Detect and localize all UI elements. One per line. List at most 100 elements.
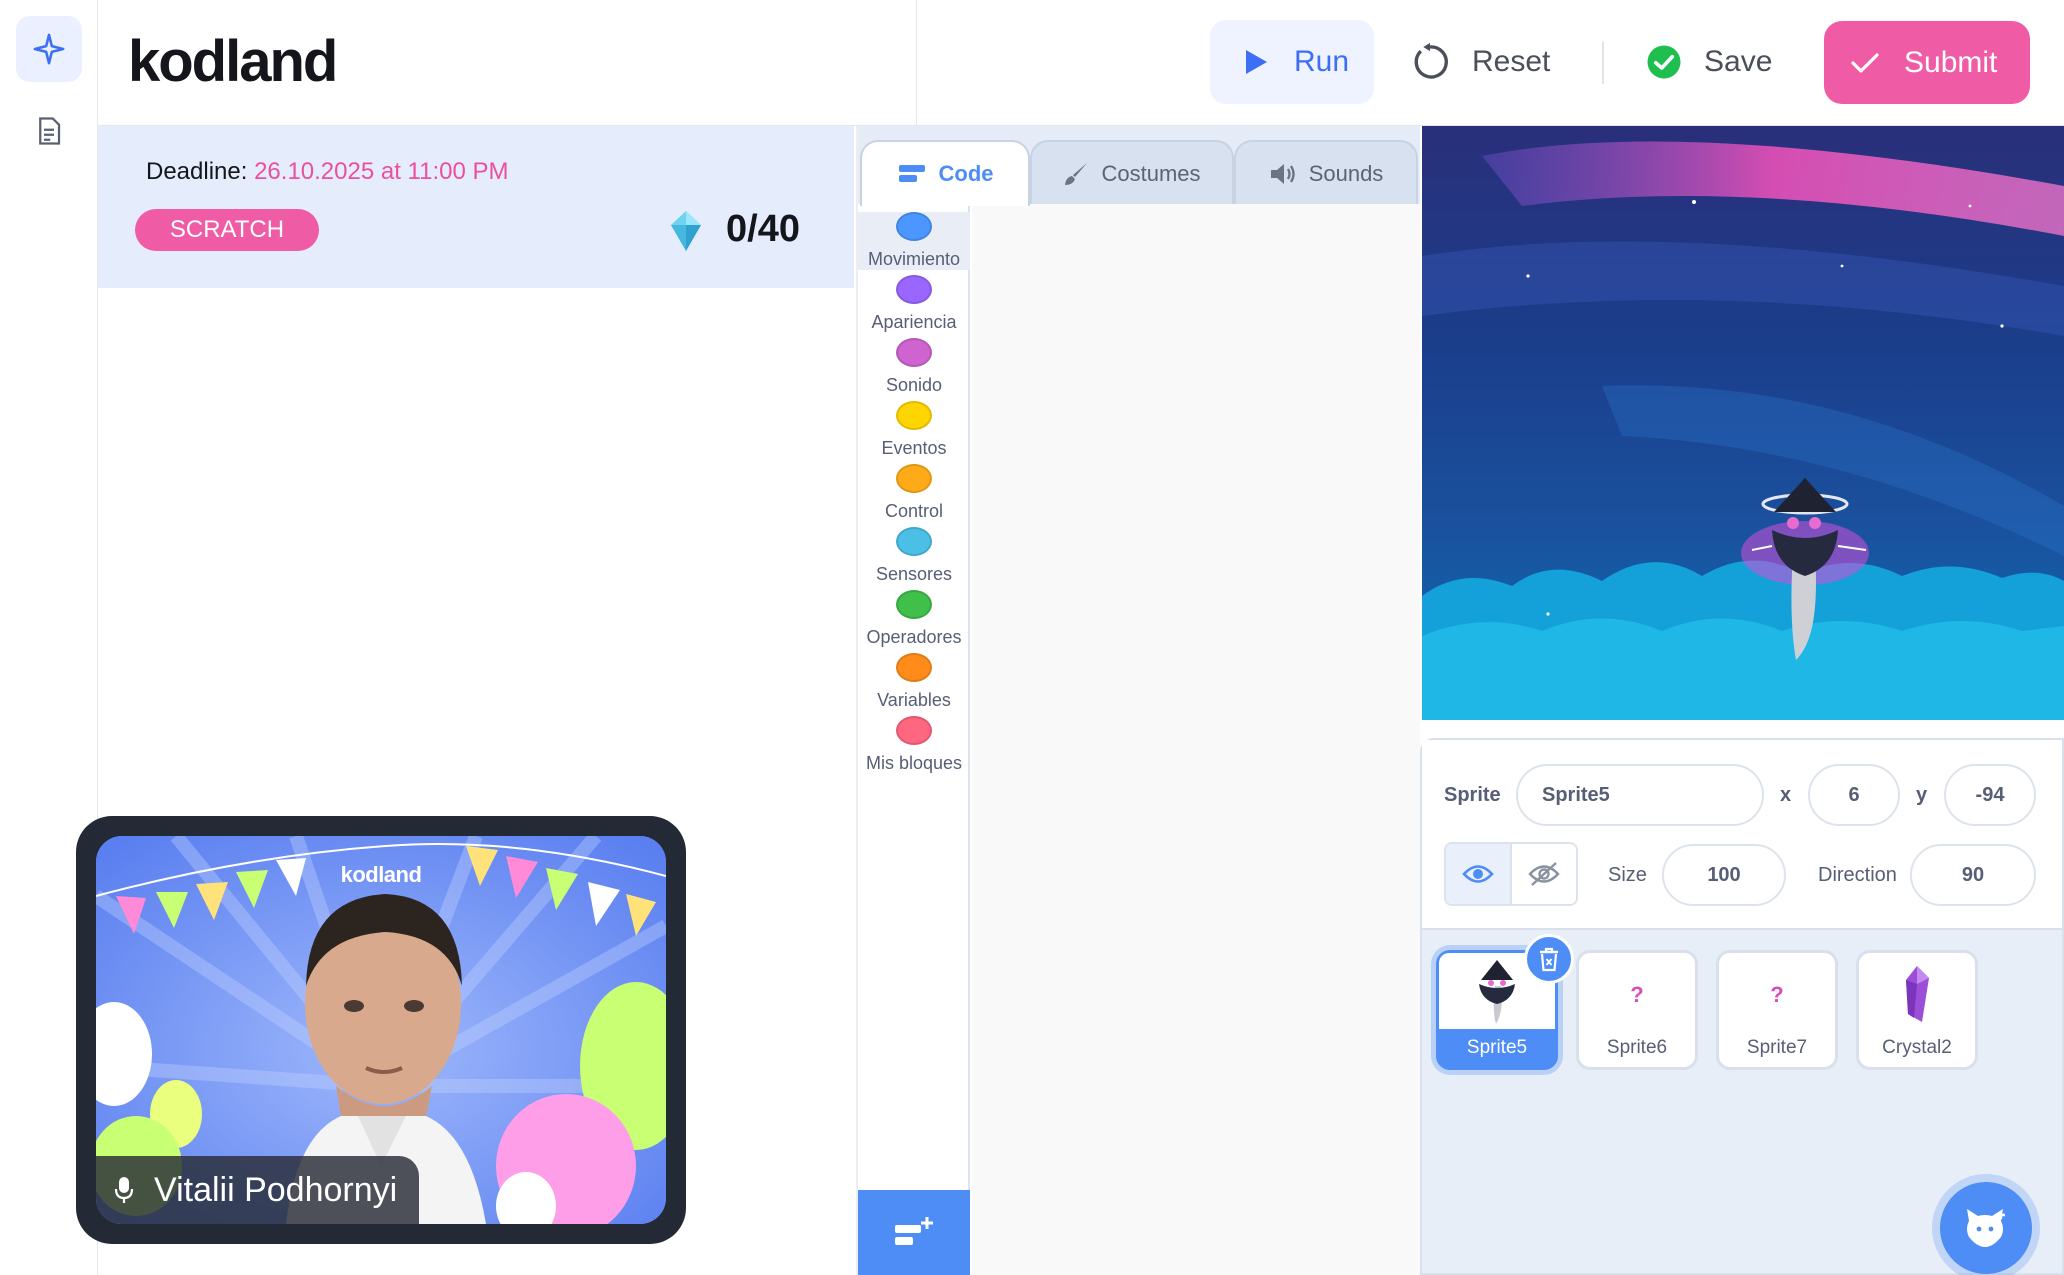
sprite-tile-crystal2[interactable]: Crystal2: [1856, 950, 1978, 1070]
crystal-icon: [1906, 966, 1929, 1022]
sprite-tile-label: Sprite7: [1746, 1037, 1808, 1058]
x-label: x: [1780, 784, 1792, 806]
check-icon: [1851, 52, 1879, 73]
direction-field[interactable]: 90: [1910, 844, 2036, 906]
reset-button[interactable]: Reset: [1410, 20, 1570, 104]
direction-label: Direction: [1818, 864, 1897, 886]
video-call-card[interactable]: kodland Vitalii Podhornyi: [76, 816, 686, 1244]
code-icon: [898, 165, 925, 182]
category-operadores[interactable]: Operadores: [858, 590, 970, 648]
size-field[interactable]: 100: [1662, 844, 1786, 906]
category-eventos[interactable]: Eventos: [858, 401, 970, 459]
task-header: [98, 126, 854, 288]
size-label: Size: [1608, 864, 1647, 886]
category-label: Control: [884, 501, 944, 521]
y-label: y: [1916, 784, 1928, 806]
category-label: Movimiento: [867, 249, 961, 269]
tab-costumes-label: Costumes: [1101, 161, 1201, 186]
brand-logo: kodland: [128, 29, 338, 94]
unknown-sprite-icon: ?: [1630, 982, 1644, 1007]
submit-button[interactable]: Submit: [1824, 21, 2030, 104]
tab-costumes[interactable]: Costumes: [1030, 140, 1234, 206]
reset-label: Reset: [1472, 45, 1551, 78]
deadline-value: 26.10.2025 at 11:00 PM: [254, 158, 509, 185]
category-color-dot: [896, 464, 932, 493]
category-label: Sonido: [885, 375, 943, 395]
cat-icon: [1967, 1209, 2005, 1247]
video-logo: kodland: [340, 862, 422, 887]
category-color-dot: [896, 653, 932, 682]
delete-sprite-button[interactable]: [1524, 934, 1574, 984]
add-extension-button[interactable]: [858, 1190, 970, 1275]
category-control[interactable]: Control: [858, 464, 970, 522]
category-label: Variables: [877, 690, 951, 710]
sprite-name-label: Sprite: [1444, 784, 1501, 806]
speaker-icon: [1270, 164, 1295, 184]
video-feed: kodland Vitalii Podhornyi: [96, 836, 666, 1224]
brush-icon: [1065, 163, 1088, 185]
choose-sprite-button[interactable]: [1940, 1182, 2032, 1274]
save-button[interactable]: Save: [1646, 20, 1796, 104]
category-movimiento[interactable]: Movimiento: [858, 212, 970, 270]
play-icon: [1246, 50, 1267, 74]
participant-tag: Vitalii Podhornyi: [96, 1156, 420, 1224]
run-label: Run: [1294, 45, 1350, 78]
eye-icon: [1462, 865, 1494, 883]
microphone-icon[interactable]: [114, 1175, 134, 1205]
category-color-dot: [896, 338, 932, 367]
tab-code[interactable]: Code: [860, 140, 1030, 206]
save-label: Save: [1704, 45, 1773, 78]
category-label: Sensores: [875, 564, 953, 584]
top-divider: [916, 0, 917, 126]
tab-sounds[interactable]: Sounds: [1234, 140, 1418, 206]
scratch-tag: SCRATCH: [135, 209, 319, 251]
reset-icon: [1414, 42, 1448, 79]
sprite-tile-sprite6[interactable]: ? Sprite6: [1576, 950, 1698, 1070]
category-sensores[interactable]: Sensores: [858, 527, 970, 585]
tab-code-label: Code: [938, 161, 994, 186]
sprite-thumbnail: [1859, 953, 1975, 1037]
trash-icon: [1540, 947, 1558, 972]
stage-backdrop: [1422, 126, 2064, 720]
y-field[interactable]: -94: [1944, 764, 2036, 826]
tab-sounds-label: Sounds: [1308, 161, 1384, 186]
category-label: Apariencia: [871, 312, 957, 332]
category-color-dot: [896, 590, 932, 619]
toolbar-separator: [1602, 42, 1604, 84]
show-button[interactable]: [1446, 844, 1512, 904]
category-sonido[interactable]: Sonido: [858, 338, 970, 396]
category-label: Mis bloques: [865, 753, 963, 773]
sprite-thumbnail: ?: [1579, 953, 1695, 1037]
category-apariencia[interactable]: Apariencia: [858, 275, 970, 333]
deadline: Deadline: 26.10.2025 at 11:00 PM: [146, 158, 509, 186]
sprite-name-field[interactable]: Sprite5: [1516, 764, 1764, 826]
task-document-button[interactable]: [16, 98, 82, 164]
run-button[interactable]: Run: [1210, 20, 1374, 104]
category-color-dot: [896, 716, 932, 745]
ai-assistant-button[interactable]: [16, 16, 82, 82]
x-field[interactable]: 6: [1808, 764, 1900, 826]
sprite-tile-label: Sprite5: [1466, 1037, 1528, 1058]
script-area[interactable]: [972, 204, 1420, 1275]
category-color-dot: [896, 401, 932, 430]
check-circle-icon: [1647, 45, 1681, 79]
sprite-tile-label: Crystal2: [1882, 1037, 1952, 1058]
category-color-dot: [896, 212, 932, 241]
gem-icon: [671, 211, 701, 251]
category-color-dot: [896, 527, 932, 556]
participant-name: Vitalii Podhornyi: [154, 1170, 398, 1209]
score: 0/40: [726, 208, 800, 250]
category-label: Eventos: [881, 438, 947, 458]
add-extension-icon: [895, 1216, 933, 1245]
hide-button[interactable]: [1512, 844, 1576, 904]
stage[interactable]: [1422, 126, 2064, 720]
category-variables[interactable]: Variables: [858, 653, 970, 711]
category-mis-bloques[interactable]: Mis bloques: [858, 716, 970, 774]
category-label: Operadores: [866, 627, 962, 647]
category-color-dot: [896, 275, 932, 304]
document-icon: [39, 117, 61, 145]
sprite-tile-sprite7[interactable]: ? Sprite7: [1716, 950, 1838, 1070]
visibility-toggle: [1444, 842, 1578, 906]
submit-label: Submit: [1904, 45, 1998, 79]
deadline-label: Deadline:: [146, 158, 248, 185]
